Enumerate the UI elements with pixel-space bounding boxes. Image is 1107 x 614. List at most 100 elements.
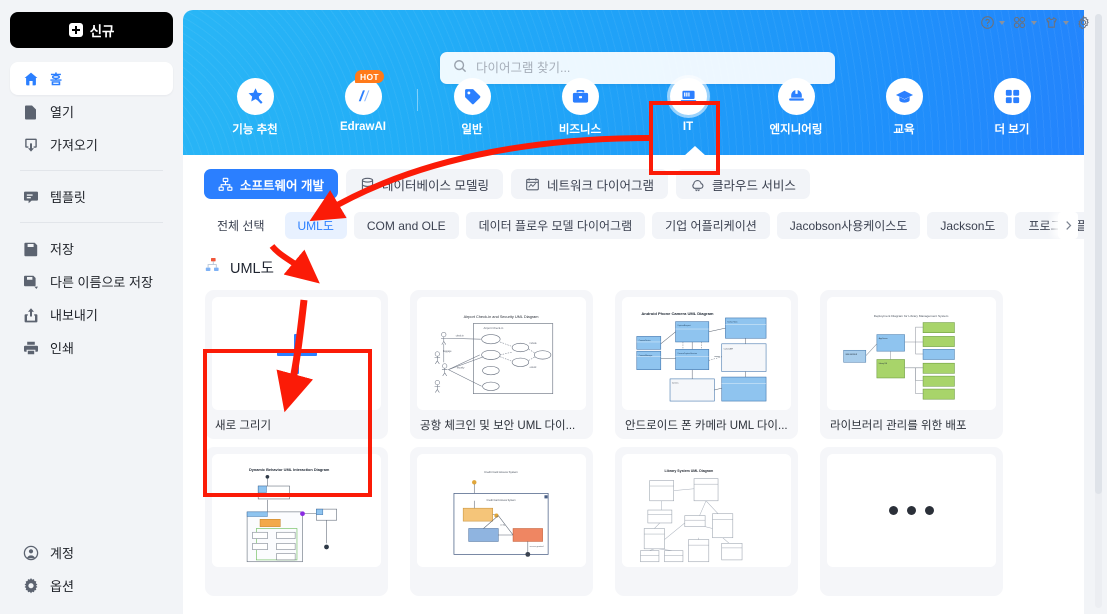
hero-banner: 기능 추천 HOT EdrawAI 일반 bbox=[183, 10, 1084, 155]
tab-label: 소프트웨어 개발 bbox=[240, 178, 324, 193]
filter-chip-uml[interactable]: UML도 bbox=[284, 212, 347, 239]
filter-chip-jacobson[interactable]: Jacobson사용케이스도 bbox=[776, 212, 921, 239]
svg-text:check in: check in bbox=[456, 335, 465, 337]
filter-label: Jackson도 bbox=[940, 219, 996, 233]
card-label: 라이브러리 관리를 위한 배포 bbox=[830, 419, 967, 432]
filter-scroll-next-button[interactable] bbox=[1058, 212, 1078, 239]
svg-text:Library DB: Library DB bbox=[879, 362, 888, 365]
theme-button[interactable] bbox=[1042, 13, 1071, 32]
new-document-button[interactable]: 신규 bbox=[10, 12, 173, 48]
tab-software-development[interactable]: 소프트웨어 개발 bbox=[204, 169, 338, 199]
template-card-library-deployment[interactable]: Deployment Diagram for Library Managemen… bbox=[820, 290, 1003, 439]
sidebar-item-save[interactable]: 저장 bbox=[10, 232, 173, 265]
sidebar: 신규 홈 열기 가져오기 템플릿 저장 다른 이름으로 저장 내보내기 인쇄 계… bbox=[0, 0, 183, 614]
filter-label: 데이터 플로우 모델 다이어그램 bbox=[478, 219, 633, 233]
thumb-title: Library System UML Diagram bbox=[664, 469, 713, 473]
search-input[interactable] bbox=[476, 61, 822, 75]
activity-diagram-thumbnail: Credit Card Access System Credit Card Ac… bbox=[417, 458, 586, 563]
software-dev-icon bbox=[218, 177, 233, 192]
template-card-credit-card-access[interactable]: Credit Card Access System Credit Card Ac… bbox=[410, 447, 593, 596]
svg-text:extend: extend bbox=[530, 366, 537, 369]
filter-chip-enterprise-app[interactable]: 기업 어플리케이션 bbox=[652, 212, 770, 239]
svg-text:App Server: App Server bbox=[879, 337, 888, 340]
template-card-dynamic-behavior[interactable]: Dynamic Behavior UML Interaction Diagram bbox=[205, 447, 388, 596]
usecase-diagram-thumbnail: Airport Check-in and Security UML Diagra… bbox=[417, 301, 586, 406]
filter-chip-com-ole[interactable]: COM and OLE bbox=[353, 212, 459, 239]
svg-text:SurfaceView: SurfaceView bbox=[727, 322, 738, 324]
sidebar-item-options[interactable]: 옵션 bbox=[10, 569, 173, 602]
filter-chip-select-all[interactable]: 전체 선택 bbox=[204, 212, 278, 239]
vertical-scrollbar-thumb[interactable] bbox=[1095, 14, 1102, 494]
category-label: 더 보기 bbox=[994, 124, 1030, 136]
category-it[interactable]: IT bbox=[652, 78, 724, 137]
sidebar-item-export[interactable]: 내보내기 bbox=[10, 298, 173, 331]
card-label: 새로 그리기 bbox=[215, 419, 272, 432]
deployment-diagram-thumbnail: Deployment Diagram for Library Managemen… bbox=[827, 301, 996, 406]
svg-text:CameraAPI: CameraAPI bbox=[724, 347, 734, 350]
theme-shirt-icon bbox=[1046, 16, 1057, 28]
card-label-wrap bbox=[827, 567, 996, 596]
sidebar-item-label: 내보내기 bbox=[50, 308, 98, 323]
tab-database-modeling[interactable]: 데이터베이스 모델링 bbox=[345, 169, 503, 199]
open-file-icon bbox=[22, 103, 39, 120]
vertical-scrollbar-track[interactable] bbox=[1095, 14, 1102, 608]
thumb-title: Deployment Diagram for Library Managemen… bbox=[874, 314, 949, 318]
card-label-wrap: 새로 그리기 bbox=[212, 410, 381, 439]
export-icon bbox=[22, 306, 39, 323]
sidebar-item-import[interactable]: 가져오기 bbox=[10, 128, 173, 161]
sidebar-item-home[interactable]: 홈 bbox=[10, 62, 173, 95]
thumb-title: Credit Card Access System bbox=[484, 470, 518, 474]
sidebar-item-print[interactable]: 인쇄 bbox=[10, 331, 173, 364]
account-icon bbox=[22, 544, 39, 561]
sidebar-divider-1 bbox=[20, 170, 163, 171]
thumb-title: Dynamic Behavior UML Interaction Diagram bbox=[249, 467, 330, 472]
settings-button[interactable] bbox=[1074, 13, 1093, 32]
category-label: EdrawAI bbox=[339, 121, 386, 133]
apps-button[interactable] bbox=[1010, 13, 1039, 32]
svg-text:baggage: baggage bbox=[443, 351, 452, 353]
sidebar-item-label: 템플릿 bbox=[50, 190, 86, 205]
card-label: 공항 체크인 및 보안 UML 다이... bbox=[420, 419, 576, 432]
filter-chip-jackson[interactable]: Jackson도 bbox=[927, 212, 1009, 239]
category-general[interactable]: 일반 bbox=[436, 78, 508, 137]
sidebar-item-account[interactable]: 계정 bbox=[10, 536, 173, 569]
category-engineering[interactable]: 엔지니어링 bbox=[760, 78, 832, 137]
active-category-pointer bbox=[684, 146, 706, 155]
tab-label: 데이터베이스 모델링 bbox=[381, 178, 489, 193]
it-laptop-icon bbox=[669, 78, 707, 115]
category-edraw-ai[interactable]: HOT EdrawAI bbox=[327, 70, 399, 137]
sidebar-item-label: 인쇄 bbox=[50, 341, 74, 356]
card-label-wrap bbox=[417, 567, 586, 596]
template-card-more[interactable] bbox=[820, 447, 1003, 596]
category-label: 교육 bbox=[893, 124, 915, 136]
plus-icon bbox=[68, 23, 83, 37]
sidebar-item-template[interactable]: 템플릿 bbox=[10, 180, 173, 213]
tab-network-diagram[interactable]: 네트워크 다이어그램 bbox=[510, 169, 668, 199]
tab-label: 네트워크 다이어그램 bbox=[546, 178, 654, 193]
engineering-helmet-icon bbox=[777, 78, 815, 115]
edraw-max-window: 신규 홈 열기 가져오기 템플릿 저장 다른 이름으로 저장 내보내기 인쇄 계… bbox=[0, 0, 1107, 614]
category-more[interactable]: 더 보기 bbox=[976, 78, 1048, 137]
template-card-android-camera[interactable]: Android Phone Camera UML Diagram CameraD… bbox=[615, 290, 798, 439]
card-thumbnail: Airport Check-in and Security UML Diagra… bbox=[417, 297, 586, 410]
category-feature-recommendation[interactable]: 기능 추천 bbox=[219, 78, 291, 137]
sidebar-item-open[interactable]: 열기 bbox=[10, 95, 173, 128]
template-card-new-drawing[interactable]: 새로 그리기 bbox=[205, 290, 388, 439]
tab-cloud-service[interactable]: 클라우드 서비스 bbox=[675, 169, 810, 199]
category-business[interactable]: 비즈니스 bbox=[544, 78, 616, 137]
chevron-down-icon bbox=[999, 20, 1005, 25]
template-card-airport-usecase[interactable]: Airport Check-in and Security UML Diagra… bbox=[410, 290, 593, 439]
help-button[interactable] bbox=[978, 13, 1007, 32]
sidebar-item-save-as[interactable]: 다른 이름으로 저장 bbox=[10, 265, 173, 298]
filter-chip-data-flow[interactable]: 데이터 플로우 모델 다이어그램 bbox=[465, 212, 646, 239]
save-icon bbox=[22, 240, 39, 257]
education-cap-icon bbox=[885, 78, 923, 115]
category-education[interactable]: 교육 bbox=[868, 78, 940, 137]
hot-badge: HOT bbox=[355, 70, 384, 83]
chevron-right-icon bbox=[1065, 221, 1071, 230]
filter-label: 기업 어플리케이션 bbox=[665, 219, 757, 233]
sidebar-item-label: 다른 이름으로 저장 bbox=[50, 275, 153, 290]
template-card-library-system[interactable]: Library System UML Diagram bbox=[615, 447, 798, 596]
general-tag-icon bbox=[453, 78, 491, 115]
